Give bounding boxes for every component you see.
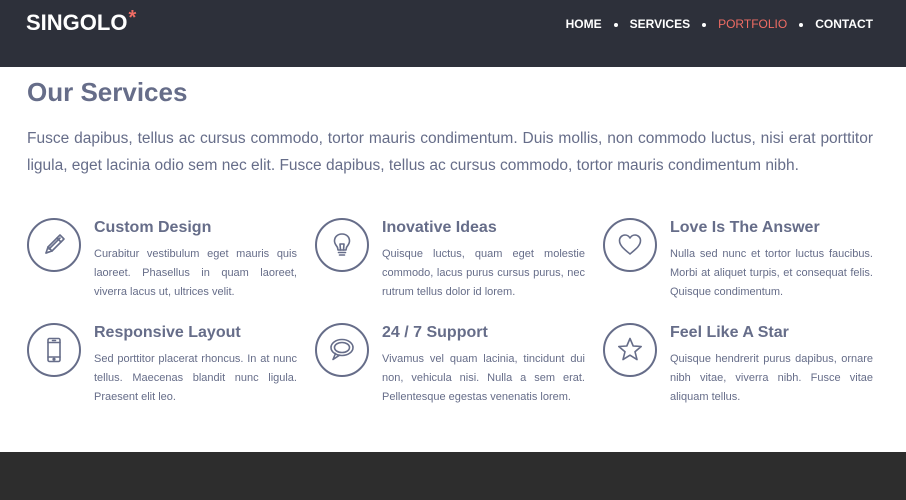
service-icon-circle [27,218,81,272]
logo[interactable]: SINGOLO* [26,7,137,36]
nav-contact[interactable]: CONTACT [815,17,873,31]
service-icon-circle [603,323,657,377]
service-title: Responsive Layout [94,324,241,341]
lightbulb-icon [333,233,351,256]
service-title: 24 / 7 Support [382,324,488,341]
logo-asterisk: * [128,7,137,29]
nav-separator-dot [702,23,707,27]
section-title: Our Services [27,77,188,107]
service-item: Inovative Ideas Quisque luctus, quam ege… [315,218,587,314]
service-icon-circle [603,218,657,272]
main-nav: HOME SERVICES PORTFOLIO CONTACT [566,17,873,31]
service-description: Sed porttitor placerat rhoncus. In at nu… [94,353,297,403]
service-description: Quisque luctus, quam eget molestie commo… [382,248,585,298]
service-title: Love Is The Answer [670,219,820,236]
services-section: Our Services Fusce dapibus, tellus ac cu… [0,67,906,452]
service-description: Vivamus vel quam lacinia, tincidunt dui … [382,353,585,403]
service-item: Responsive Layout Sed porttitor placerat… [27,323,299,419]
footer-band [0,452,906,500]
service-item: Custom Design Curabitur vestibulum eget … [27,218,299,314]
service-description: Nulla sed nunc et tortor luctus faucibus… [670,248,873,298]
chat-bubble-icon [330,338,354,361]
nav-services[interactable]: SERVICES [630,17,690,31]
nav-separator-dot [613,23,618,27]
service-title: Custom Design [94,219,212,236]
star-icon [618,337,642,361]
logo-text: SINGOLO [26,10,128,35]
nav-separator-dot [799,23,804,27]
service-icon-circle [315,323,369,377]
pencil-icon [45,234,65,254]
service-icon-circle [27,323,81,377]
nav-home[interactable]: HOME [566,17,602,31]
section-intro: Fusce dapibus, tellus ac cursus commodo,… [27,130,873,174]
service-icon-circle [315,218,369,272]
service-item: 24 / 7 Support Vivamus vel quam lacinia,… [315,323,587,419]
smartphone-icon [47,337,61,363]
site-header: SINGOLO* HOME SERVICES PORTFOLIO CONTACT [0,0,906,67]
service-title: Inovative Ideas [382,219,497,236]
service-title: Feel Like A Star [670,324,789,341]
service-description: Curabitur vestibulum eget mauris quis la… [94,248,297,298]
service-description: Quisque hendrerit purus dapibus, ornare … [670,353,873,403]
service-item: Feel Like A Star Quisque hendrerit purus… [603,323,875,419]
heart-icon [618,234,642,255]
service-item: Love Is The Answer Nulla sed nunc et tor… [603,218,875,314]
nav-portfolio[interactable]: PORTFOLIO [718,17,787,31]
